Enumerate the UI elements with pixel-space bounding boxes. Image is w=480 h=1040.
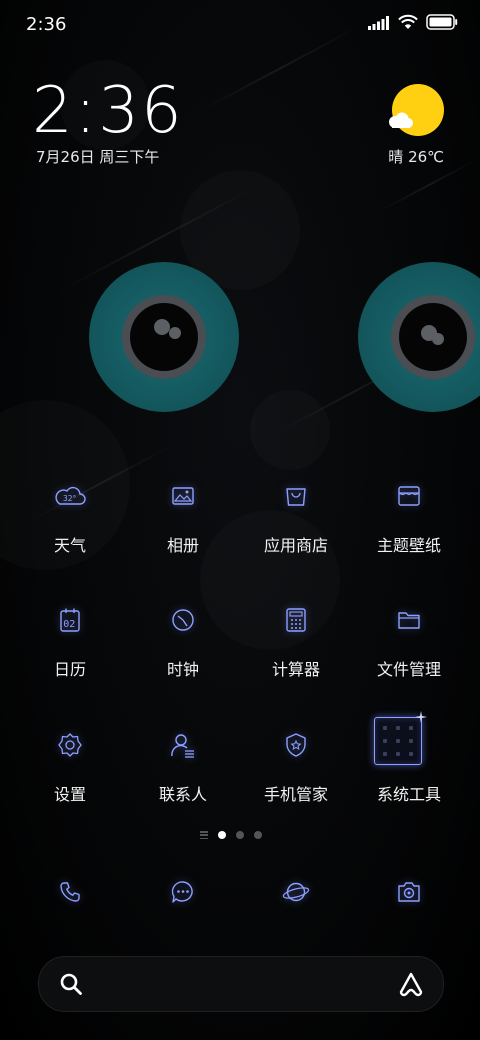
wifi-icon (398, 14, 418, 34)
search-icon[interactable] (59, 972, 83, 996)
app-file-manager[interactable]: 文件管理 (349, 604, 469, 714)
voice-assistant-icon[interactable] (397, 971, 425, 997)
status-time: 2:36 (26, 14, 67, 35)
gallery-icon (167, 480, 199, 512)
contacts-icon (167, 729, 199, 761)
app-label: 相册 (166, 536, 199, 555)
status-icons (368, 14, 458, 34)
cloud-icon (389, 112, 413, 128)
page-dot[interactable] (236, 831, 244, 839)
eye-highlight (154, 319, 170, 335)
battery-icon (426, 14, 458, 34)
folder-app-dot (396, 752, 400, 756)
settings-icon (54, 729, 86, 761)
svg-text:32°: 32° (63, 494, 77, 503)
calculator-icon (280, 604, 312, 636)
system-tools-folder-icon (374, 711, 427, 765)
app-app-store[interactable]: 应用商店 (236, 480, 356, 590)
folder-app-dot (383, 752, 387, 756)
app-store-icon (280, 480, 312, 512)
home-screen: 2:36 2:36 7月26日 周三下午 晴 26℃ 32° 天气 相册 应用商… (0, 0, 480, 1040)
weather-condition-temp: 晴 26℃ (388, 148, 444, 166)
page-indicator[interactable] (200, 829, 262, 841)
svg-text:02: 02 (63, 619, 75, 630)
signal-icon (368, 15, 390, 34)
wallpaper-eye-left (89, 262, 239, 412)
app-calendar[interactable]: 02 日历 (10, 604, 130, 714)
calendar-icon: 02 (54, 604, 86, 636)
app-security[interactable]: 手机管家 (236, 729, 356, 839)
weather-icon: 32° (54, 480, 86, 512)
app-themes[interactable]: 主题壁纸 (349, 480, 469, 590)
eye-highlight (432, 333, 444, 345)
eye-ring (122, 295, 206, 379)
themes-icon (393, 480, 425, 512)
folder-app-dot (383, 739, 387, 743)
clock-widget-date[interactable]: 7月26日 周三下午 (36, 146, 159, 167)
bg-bubble (250, 390, 330, 470)
page-dot-active[interactable] (218, 831, 226, 839)
folder-app-dot (409, 752, 413, 756)
folder-app-dot (409, 726, 413, 730)
app-label: 系统工具 (376, 785, 441, 804)
file-manager-icon (393, 604, 425, 636)
app-label: 文件管理 (376, 660, 441, 679)
page-indicator-minus-one[interactable] (200, 831, 208, 839)
eye-pupil (130, 303, 198, 371)
app-label: 时钟 (166, 660, 199, 679)
app-label: 设置 (53, 785, 86, 804)
folder-system-tools[interactable]: 系统工具 (349, 711, 469, 839)
app-label: 主题壁纸 (376, 536, 441, 555)
app-contacts[interactable]: 联系人 (123, 729, 243, 839)
folder-app-dot (396, 739, 400, 743)
dock-camera-icon[interactable] (393, 876, 425, 908)
dock-browser-icon[interactable] (280, 876, 312, 908)
weather-widget[interactable]: 晴 26℃ (374, 84, 444, 170)
app-weather[interactable]: 32° 天气 (10, 480, 130, 590)
wallpaper-eye-right (358, 262, 480, 412)
security-icon (280, 729, 312, 761)
app-label: 天气 (53, 536, 86, 555)
eye-ring (391, 295, 475, 379)
eye-pupil (399, 303, 467, 371)
clock-icon (167, 604, 199, 636)
sparkle-icon (415, 711, 427, 723)
app-gallery[interactable]: 相册 (123, 480, 243, 590)
dock-phone-icon[interactable] (54, 876, 86, 908)
app-label: 应用商店 (263, 536, 328, 555)
eye-highlight (169, 327, 181, 339)
folder-app-dot (409, 739, 413, 743)
app-label: 联系人 (158, 785, 207, 804)
folder-app-dot (383, 726, 387, 730)
app-label: 计算器 (271, 660, 320, 679)
app-label: 日历 (53, 660, 86, 679)
page-dot[interactable] (254, 831, 262, 839)
folder-app-dot (396, 726, 400, 730)
app-calculator[interactable]: 计算器 (236, 604, 356, 714)
app-label: 手机管家 (263, 785, 328, 804)
app-clock[interactable]: 时钟 (123, 604, 243, 714)
status-bar: 2:36 (0, 0, 480, 50)
app-settings[interactable]: 设置 (10, 729, 130, 839)
search-bar[interactable] (38, 956, 444, 1012)
dock-messages-icon[interactable] (167, 876, 199, 908)
clock-widget-time[interactable]: 2:36 (32, 74, 184, 148)
